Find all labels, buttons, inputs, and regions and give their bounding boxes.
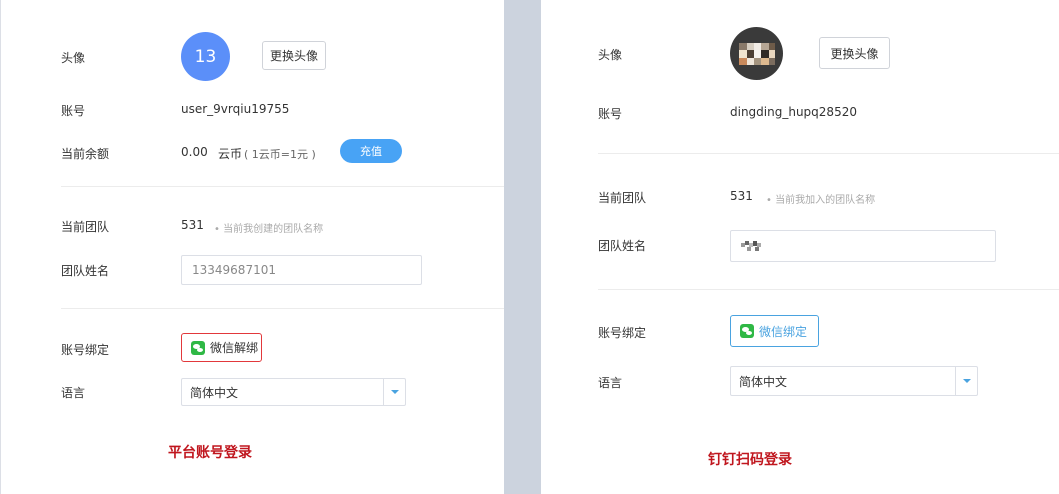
current-team-hint: • 当前我创建的团队名称 (214, 224, 324, 235)
account-value: user_9vrqiu19755 (181, 102, 290, 116)
wechat-bind-button[interactable]: 微信绑定 (730, 315, 819, 347)
current-team-value: 531 (181, 218, 204, 232)
avatar: 13 (181, 32, 230, 81)
language-label: 语言 (61, 386, 86, 400)
current-team-label: 当前团队 (61, 220, 110, 234)
avatar-label: 头像 (61, 51, 86, 65)
account-label: 账号 (61, 104, 86, 118)
team-name-label: 团队姓名 (61, 264, 110, 278)
wechat-icon (191, 340, 205, 355)
change-avatar-button[interactable]: 更换头像 (262, 41, 326, 70)
balance-value: 0.00 (181, 145, 208, 159)
blurred-text-image (741, 241, 761, 251)
balance-unit: 云币 (218, 147, 243, 161)
panel-border (0, 0, 1, 494)
divider (598, 289, 1059, 290)
avatar-label: 头像 (598, 48, 623, 62)
avatar (730, 27, 783, 80)
wechat-unbind-button[interactable]: 微信解绑 (181, 333, 262, 362)
wechat-bind-label: 微信绑定 (759, 324, 808, 339)
wechat-icon (740, 324, 754, 338)
recharge-button[interactable]: 充值 (340, 139, 402, 163)
account-value: dingding_hupq28520 (730, 105, 857, 119)
balance-rate: ( 1云币=1元 ) (244, 148, 316, 161)
language-select[interactable]: 简体中文 (181, 378, 406, 406)
team-name-input[interactable]: 13349687101 (181, 255, 422, 285)
avatar-pixelated-image (739, 43, 775, 65)
change-avatar-button[interactable]: 更换头像 (819, 37, 890, 69)
divider (61, 308, 504, 309)
team-name-label: 团队姓名 (598, 239, 647, 253)
right-profile-panel: 头像 更换头像 账号 dingding_hupq28520 当前团队 531 •… (541, 0, 1059, 494)
caption-dingtalk-login: 钉钉扫码登录 (708, 452, 792, 468)
current-team-value: 531 (730, 189, 753, 203)
balance-label: 当前余额 (61, 147, 110, 161)
account-binding-label: 账号绑定 (598, 326, 647, 340)
language-label: 语言 (598, 376, 623, 390)
team-name-input[interactable] (730, 230, 996, 262)
language-selected-value: 简体中文 (739, 374, 788, 389)
current-team-label: 当前团队 (598, 191, 647, 205)
account-label: 账号 (598, 107, 623, 121)
caption-platform-login: 平台账号登录 (168, 445, 252, 461)
wechat-unbind-label: 微信解绑 (210, 341, 259, 355)
chevron-down-icon[interactable] (383, 379, 405, 405)
language-select[interactable]: 简体中文 (730, 366, 978, 396)
current-team-hint: • 当前我加入的团队名称 (766, 195, 876, 206)
divider (61, 186, 504, 187)
avatar-text: 13 (194, 46, 217, 67)
language-selected-value: 简体中文 (190, 385, 239, 400)
left-profile-panel: 头像 13 更换头像 账号 user_9vrqiu19755 当前余额 0.00… (0, 0, 504, 494)
account-binding-label: 账号绑定 (61, 343, 110, 357)
divider (598, 153, 1059, 154)
chevron-down-icon[interactable] (955, 367, 977, 395)
